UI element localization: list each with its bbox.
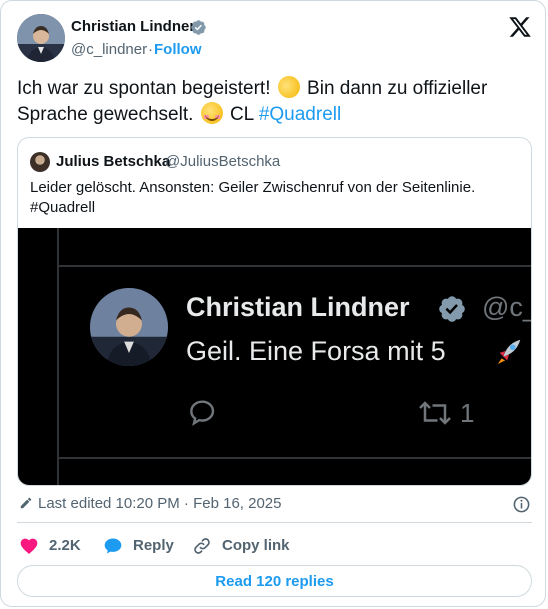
author-name[interactable]: Christian Lindner (71, 18, 195, 35)
quoted-author-name: Julius Betschka (56, 153, 171, 170)
rolling-on-floor-laughing-emoji-icon (274, 72, 303, 102)
follow-button[interactable]: Follow (154, 41, 202, 58)
quoted-text-line: #Quadrell (30, 199, 96, 216)
quoted-tweet[interactable]: Julius Betschka @JuliusBetschka Leider g… (17, 137, 532, 486)
copy-link-label: Copy link (222, 537, 290, 554)
separator-dot: · (148, 41, 153, 58)
quoted-screenshot-image: Christian Lindner @c_ Geil. Eine Forsa m… (18, 228, 532, 485)
media-author-name: Christian Lindner (186, 292, 410, 322)
hashtag-link[interactable]: #Quadrell (259, 104, 341, 125)
quoted-text-line: Leider gelöscht. Ansonsten: Geiler Zwisc… (30, 179, 476, 196)
author-avatar[interactable] (17, 14, 65, 62)
media-retweet-count: 1 (460, 398, 475, 428)
edited-timestamp-text: Last edited 10:20 PM · Feb 16, 2025 (38, 495, 282, 512)
like-count: 2.2K (49, 537, 81, 554)
embedded-tweet-card: Christian Lindner @c_lindner · Follow Ic… (0, 0, 546, 607)
verified-badge-icon (191, 20, 206, 35)
media-author-handle: @c_ (482, 292, 531, 322)
heart-icon (20, 538, 38, 554)
link-icon (194, 538, 210, 554)
x-logo-icon[interactable] (508, 15, 532, 39)
pencil-icon (20, 497, 32, 509)
rocket-emoji-icon (526, 336, 532, 366)
media-retweet-icon (419, 401, 451, 425)
tweet-text: Ich war zu spontan begeistert! Bin dann … (17, 72, 537, 128)
quoted-tweet-text: Leider gelöscht. Ansonsten: Geiler Zwisc… (30, 178, 520, 218)
quoted-author-avatar (30, 152, 50, 172)
media-verified-badge-icon (439, 296, 465, 322)
media-reply-icon (190, 400, 215, 426)
edited-timestamp[interactable]: Last edited 10:20 PM · Feb 16, 2025 (19, 495, 282, 512)
tweet-text-part: CL (229, 104, 254, 125)
info-icon[interactable] (512, 495, 531, 514)
divider (17, 522, 532, 523)
media-divider (57, 457, 531, 459)
media-tweet-text: Geil. Eine Forsa mit 5 (186, 336, 446, 366)
author-handle[interactable]: @c_lindner (71, 41, 147, 58)
reply-label: Reply (133, 537, 174, 554)
rocket-emoji-icon (497, 339, 521, 365)
read-replies-button[interactable]: Read 120 replies (17, 565, 532, 597)
quoted-author-handle: @JuliusBetschka (165, 153, 281, 170)
media-avatar (90, 288, 168, 366)
reply-bubble-icon (104, 538, 122, 554)
tweet-text-part: Ich war zu spontan begeistert! (17, 78, 271, 99)
media-divider (57, 265, 531, 267)
smiling-face-emoji-icon (200, 102, 223, 124)
